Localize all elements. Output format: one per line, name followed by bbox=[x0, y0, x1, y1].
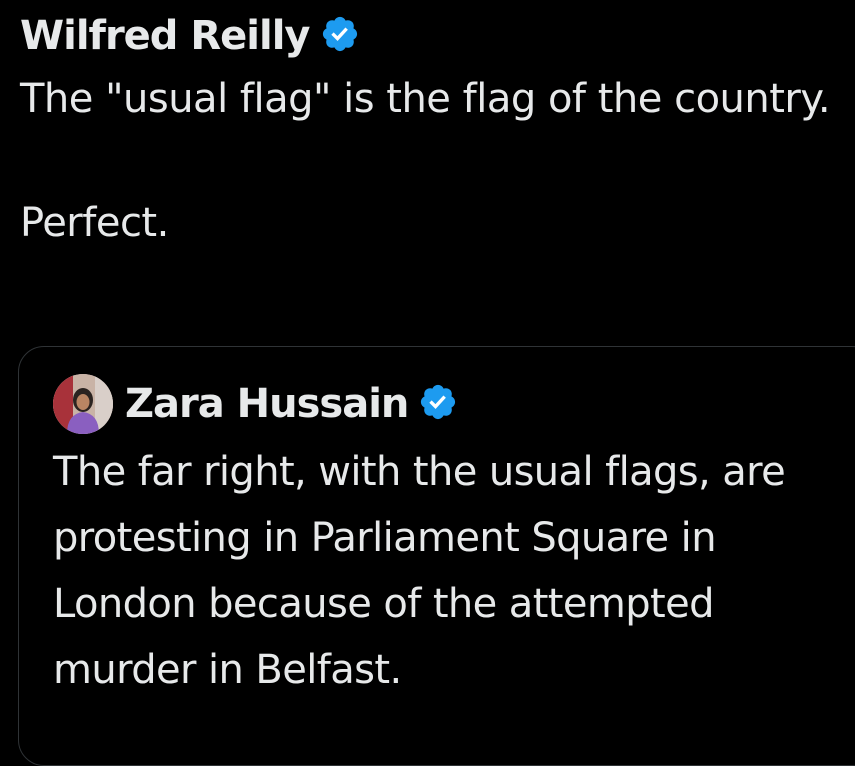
quoted-tweet-author-name[interactable]: Zara Hussain bbox=[125, 381, 409, 427]
tweet-author-row: Wilfred Reilly bbox=[20, 8, 835, 64]
tweet-text: The "usual flag" is the flag of the coun… bbox=[20, 76, 831, 246]
quoted-tweet-header: Zara Hussain bbox=[53, 373, 458, 435]
tweet: Wilfred Reilly The "usual flag" is the f… bbox=[20, 8, 835, 254]
avatar[interactable] bbox=[53, 374, 113, 434]
tweet-author-name[interactable]: Wilfred Reilly bbox=[20, 13, 310, 59]
quoted-tweet-card[interactable]: Zara Hussain The far right, with the usu… bbox=[18, 346, 855, 766]
quoted-tweet-text: The far right, with the usual flags, are… bbox=[53, 449, 786, 693]
verified-badge-icon[interactable] bbox=[320, 14, 360, 58]
verified-badge-icon[interactable] bbox=[418, 382, 458, 426]
